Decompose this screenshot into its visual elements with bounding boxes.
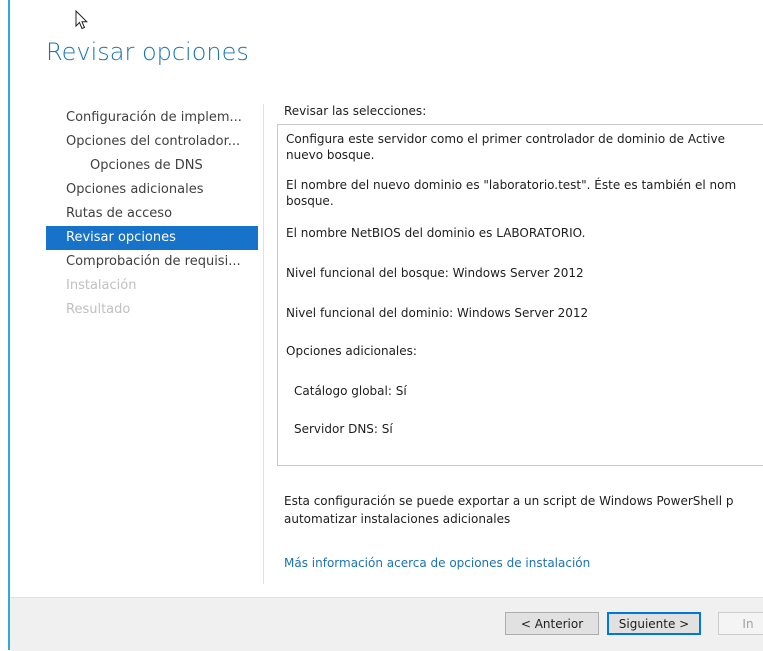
sidebar-item-dns-options[interactable]: Opciones de DNS — [46, 154, 258, 178]
previous-button[interactable]: < Anterior — [505, 612, 599, 635]
export-note-line-2: automatizar instalaciones adicionales — [284, 512, 511, 526]
review-selections-label: Revisar las selecciones: — [284, 104, 427, 118]
review-line-dns-server: Servidor DNS: Sí — [294, 422, 393, 436]
mouse-cursor-icon — [75, 10, 89, 30]
sidebar-item-deployment-config[interactable]: Configuración de implem... — [46, 106, 258, 130]
sidebar-item-additional-options[interactable]: Opciones adicionales — [46, 178, 258, 202]
review-line-first-dc: Configura este servidor como el primer c… — [286, 132, 725, 146]
sidebar-item-prerequisites-check[interactable]: Comprobación de requisi... — [46, 250, 258, 274]
export-note-line-1: Esta configuración se puede exportar a u… — [284, 494, 734, 508]
review-line-domain-name: El nombre del nuevo dominio es "laborato… — [286, 178, 737, 192]
wizard-button-bar: < Anterior Siguiente > In — [10, 597, 763, 651]
next-button[interactable]: Siguiente > — [607, 612, 701, 635]
review-line-forest: bosque. — [286, 194, 334, 208]
review-line-global-catalog: Catálogo global: Sí — [294, 384, 407, 398]
page-title: Revisar opciones — [46, 38, 249, 66]
review-selections-box[interactable]: Configura este servidor como el primer c… — [277, 124, 763, 466]
sidebar-item-installation: Instalación — [66, 278, 137, 293]
review-line-additional-options: Opciones adicionales: — [286, 344, 417, 358]
install-button: In — [718, 612, 763, 635]
sidebar-item-review-options[interactable]: Revisar opciones — [46, 226, 258, 250]
wizard-sidebar: Configuración de implem... Opciones del … — [46, 106, 258, 322]
sidebar-divider — [263, 104, 264, 584]
review-line-netbios: El nombre NetBIOS del dominio es LABORAT… — [286, 226, 586, 240]
review-line-domain-level: Nivel funcional del dominio: Windows Ser… — [286, 306, 589, 320]
sidebar-item-results: Resultado — [66, 302, 131, 317]
more-info-link[interactable]: Más información acerca de opciones de in… — [284, 556, 590, 570]
review-line-new-forest: nuevo bosque. — [286, 148, 375, 162]
sidebar-item-paths[interactable]: Rutas de acceso — [46, 202, 258, 226]
export-script-note: Esta configuración se puede exportar a u… — [284, 492, 763, 528]
window-left-border — [0, 0, 10, 650]
sidebar-item-dc-options[interactable]: Opciones del controlador... — [46, 130, 258, 154]
review-line-forest-level: Nivel funcional del bosque: Windows Serv… — [286, 266, 584, 280]
